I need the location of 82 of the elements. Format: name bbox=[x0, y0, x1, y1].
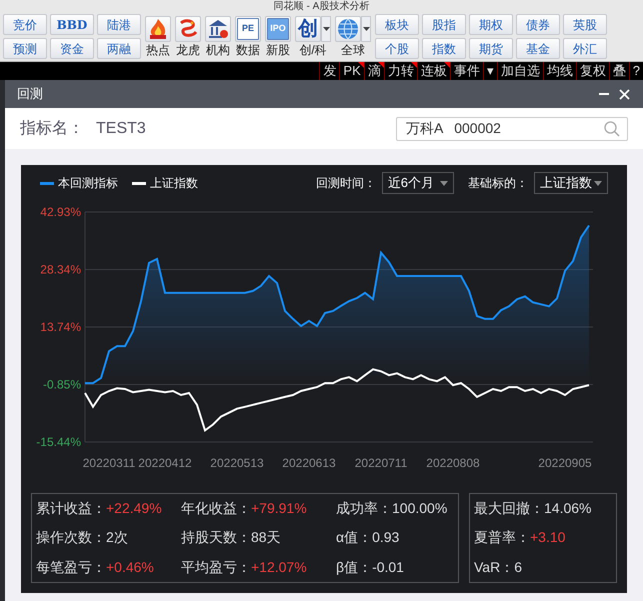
indicator-label: 指标名： bbox=[20, 118, 84, 138]
toolbar-button[interactable]: 两融 bbox=[97, 38, 141, 59]
indicator-name: TEST3 bbox=[96, 118, 147, 138]
x-axis-label: 20220513 bbox=[210, 456, 264, 470]
stat-value: +22.49% bbox=[106, 499, 162, 518]
legend-item: 上证指数 bbox=[132, 174, 198, 192]
document-icon: PE bbox=[237, 18, 259, 40]
x-axis-label: 20220905 bbox=[538, 456, 592, 470]
toolbar-button[interactable]: 陆港 bbox=[97, 14, 141, 35]
close-button[interactable] bbox=[617, 87, 631, 101]
y-axis-label: 28.34% bbox=[40, 262, 81, 276]
stat-value: +3.10 bbox=[530, 528, 566, 548]
caret-icon bbox=[322, 27, 330, 31]
stat-label: 平均盈亏： bbox=[181, 558, 251, 577]
legend-swatch bbox=[40, 182, 54, 184]
stat-value: +0.46% bbox=[106, 558, 154, 577]
period-dropdown[interactable]: 近6个月 bbox=[382, 172, 454, 194]
y-axis-label: 42.93% bbox=[40, 205, 81, 219]
legend-item: 本回测指标 bbox=[40, 174, 118, 192]
benchmark-dropdown[interactable]: 上证指数 bbox=[534, 172, 608, 194]
stat-value: 100.00% bbox=[392, 499, 448, 518]
period-label: 回测时间： bbox=[316, 175, 376, 192]
stat-label: 夏普率： bbox=[474, 528, 530, 548]
document-icon: IPO bbox=[267, 18, 289, 40]
toolbar-button[interactable]: 外汇 bbox=[563, 38, 607, 59]
x-axis-label: 20220412 bbox=[138, 456, 192, 470]
toolbar-button[interactable]: BBD bbox=[50, 14, 94, 35]
stat-label: VaR： bbox=[474, 558, 514, 577]
legend-swatch bbox=[132, 182, 146, 184]
dialog-title: 回测 bbox=[17, 85, 44, 104]
stat-label: 每笔盈亏： bbox=[36, 558, 106, 577]
toolbar-button[interactable]: 个股 bbox=[375, 38, 419, 59]
y-axis-label: -15.44% bbox=[36, 435, 81, 449]
caret-icon bbox=[362, 27, 370, 31]
stat-label: β值： bbox=[336, 558, 372, 577]
search-icon bbox=[604, 120, 620, 136]
app-title: 同花顺 - A股技术分析 bbox=[274, 1, 370, 12]
stat-label: 年化收益： bbox=[181, 499, 251, 518]
minimize-icon bbox=[599, 93, 609, 95]
stat-value: 14.06% bbox=[544, 499, 592, 518]
dragon-icon bbox=[177, 18, 199, 40]
close-icon bbox=[618, 88, 630, 100]
x-axis-label: 20220808 bbox=[426, 456, 480, 470]
benchmark-label: 基础标的： bbox=[468, 175, 528, 192]
stat-value: +12.07% bbox=[251, 558, 307, 577]
x-axis-label: 20220311 bbox=[82, 456, 136, 470]
innovation-icon: 创 bbox=[298, 18, 318, 40]
toolbar-button[interactable]: 竞价 bbox=[3, 14, 47, 35]
globe-icon bbox=[337, 18, 359, 40]
x-axis-label: 20220711 bbox=[354, 456, 408, 470]
toolbar-button[interactable]: 股指 bbox=[422, 14, 466, 35]
stat-value: 88天 bbox=[251, 528, 281, 548]
toolbar-button[interactable]: 债券 bbox=[516, 14, 560, 35]
caret-icon bbox=[440, 180, 448, 186]
toolbar-button[interactable]: 资金 bbox=[50, 38, 94, 59]
stock-search-field[interactable]: 万科A 000002 bbox=[396, 116, 628, 140]
stat-value: -0.01 bbox=[372, 558, 404, 577]
toolbar-icon-button[interactable]: 创 创/科 bbox=[295, 16, 331, 57]
stat-label: 持股天数： bbox=[181, 528, 251, 548]
toolbar-icon-button[interactable]: 全球 bbox=[335, 16, 371, 57]
stat-label: 最大回撤： bbox=[474, 499, 544, 518]
x-axis-label: 20220613 bbox=[282, 456, 336, 470]
stat-label: 成功率： bbox=[336, 499, 392, 518]
toolbar-button[interactable]: 基金 bbox=[516, 38, 560, 59]
toolbar-button[interactable]: 指数 bbox=[422, 38, 466, 59]
toolbar-button[interactable]: 英股 bbox=[563, 14, 607, 35]
toolbar-button[interactable]: 期货 bbox=[469, 38, 513, 59]
y-axis-label: 13.74% bbox=[40, 320, 81, 334]
bank-icon bbox=[207, 18, 229, 40]
flame-icon bbox=[148, 18, 168, 40]
toolbar-button[interactable]: 预测 bbox=[3, 38, 47, 59]
stat-value: +79.91% bbox=[251, 499, 307, 518]
stat-label: 操作次数： bbox=[36, 528, 106, 548]
toolbar-button[interactable]: 期权 bbox=[469, 14, 513, 35]
y-axis-label: -0.85% bbox=[42, 378, 81, 392]
caret-icon bbox=[594, 180, 602, 186]
stat-label: α值： bbox=[336, 528, 372, 548]
stat-label: 累计收益： bbox=[36, 499, 106, 518]
stat-value: 2次 bbox=[106, 528, 128, 548]
stat-value: 0.93 bbox=[372, 528, 400, 548]
stat-value: 6 bbox=[514, 558, 522, 577]
toolbar-button[interactable]: 板块 bbox=[375, 14, 419, 35]
